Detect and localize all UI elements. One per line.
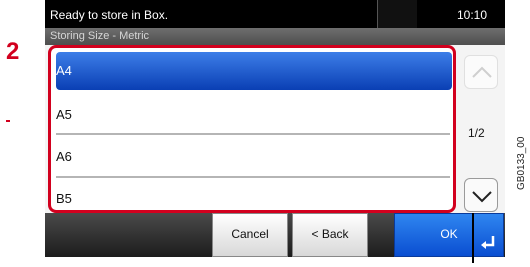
screen-subtitle: Storing Size - Metric <box>50 30 150 42</box>
figure-code: GB0133_00 <box>516 136 527 190</box>
scroll-down-button[interactable] <box>464 178 498 212</box>
status-bar: Ready to store in Box. 10:10 <box>45 0 505 28</box>
status-time: 10:10 <box>457 8 488 22</box>
page-indicator: 1/2 <box>468 126 485 140</box>
list-item-label: A4 <box>56 63 72 78</box>
chevron-up-icon <box>472 66 492 78</box>
list-item-a5[interactable]: A5 <box>56 96 452 134</box>
list-item-label: A6 <box>56 149 72 164</box>
enter-icon <box>481 236 495 249</box>
status-message: Ready to store in Box. <box>50 8 169 22</box>
list-divider <box>56 133 450 135</box>
step-marker: 2 <box>6 38 20 65</box>
back-button[interactable]: < Back <box>292 213 368 257</box>
callout-line <box>472 213 474 263</box>
list-item-a4[interactable]: A4 <box>56 52 452 90</box>
chevron-down-icon <box>472 191 492 203</box>
list-item-a6[interactable]: A6 <box>56 138 452 176</box>
scroll-up-button[interactable] <box>464 55 498 89</box>
screen-subtitle-bar: Storing Size - Metric <box>45 28 505 45</box>
status-indicator <box>377 0 417 28</box>
list-item-label: A5 <box>56 107 72 122</box>
cancel-button[interactable]: Cancel <box>212 213 288 257</box>
annotation-mark <box>6 120 10 122</box>
list-divider <box>56 176 450 178</box>
